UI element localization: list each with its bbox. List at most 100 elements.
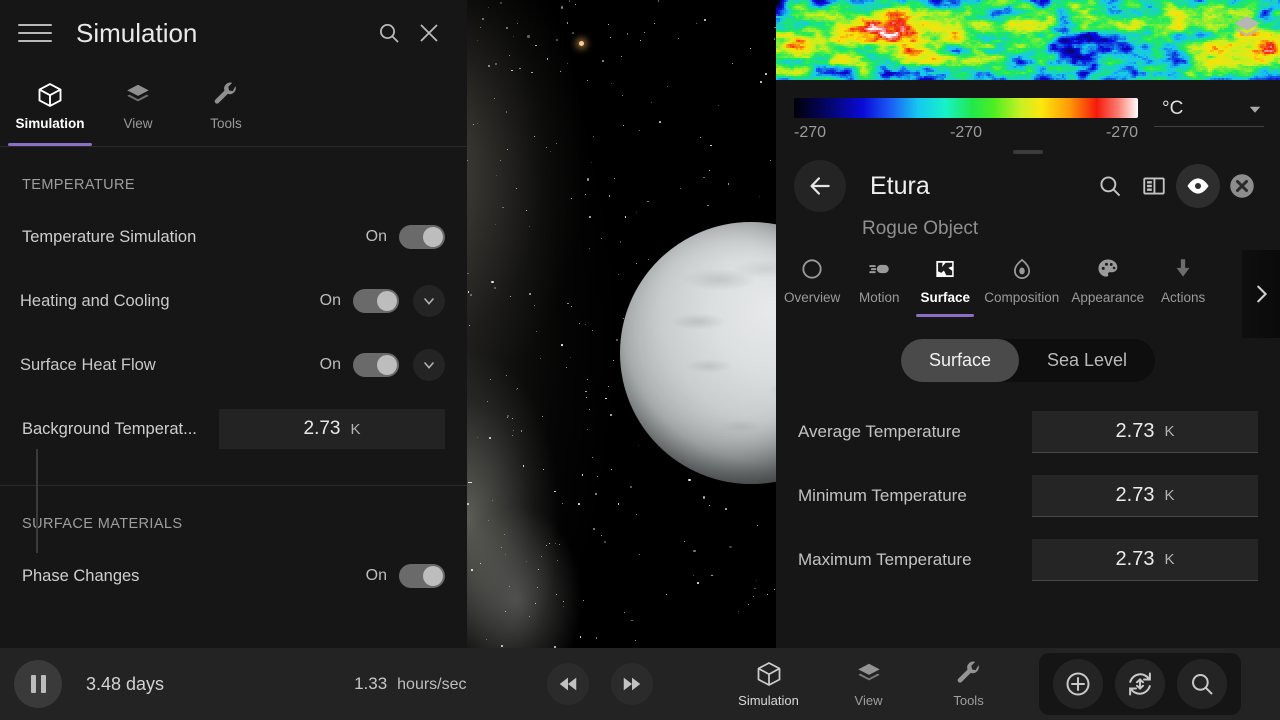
elapsed-time: 3.48 days	[86, 673, 165, 694]
panel-layout-icon[interactable]	[1132, 164, 1176, 208]
eye-icon[interactable]	[1176, 164, 1220, 208]
viewport-action-group	[1038, 653, 1241, 715]
add-target-icon[interactable]	[1052, 659, 1103, 709]
row-phase-changes[interactable]: Phase Changes On	[0, 544, 467, 608]
legend-tick-max: -270	[1105, 124, 1138, 141]
layers-icon[interactable]	[1228, 10, 1266, 48]
row-state: On	[365, 228, 387, 245]
object-tab-surface[interactable]: Surface	[912, 256, 978, 317]
measurement-label: Average Temperature	[798, 422, 961, 441]
object-tab-actions[interactable]: Actions	[1150, 256, 1216, 317]
object-tab-appearance[interactable]: Appearance	[1065, 256, 1150, 317]
segment-surface[interactable]: Surface	[900, 339, 1019, 382]
field-value: 2.73	[1115, 420, 1155, 442]
surface-sealevel-segmented: Surface Sea Level	[776, 339, 1280, 382]
row-maximum-temperature[interactable]: Maximum Temperature 2.73 K	[776, 528, 1280, 592]
bottom-tab-simulation[interactable]: Simulation	[719, 660, 819, 708]
left-panel-body[interactable]: TEMPERATURE Temperature Simulation On He…	[0, 147, 467, 648]
pause-button[interactable]	[14, 660, 62, 708]
average-temperature-input[interactable]: 2.73 K	[1032, 411, 1258, 453]
tab-simulation[interactable]: Simulation	[6, 66, 94, 146]
object-subtitle: Rogue Object	[862, 218, 979, 239]
object-tab-overview[interactable]: Overview	[778, 256, 846, 317]
row-label: Heating and Cooling	[20, 291, 170, 310]
object-tab-label: Composition	[984, 290, 1060, 305]
row-background-temperature[interactable]: Background Temperat... 2.73 K	[0, 397, 467, 461]
fast-forward-button[interactable]	[610, 663, 653, 705]
color-gradient-bar	[794, 98, 1138, 118]
legend-tick-mid: -270	[949, 124, 983, 141]
unit-value: °C	[1162, 98, 1184, 119]
search-icon[interactable]	[1176, 659, 1227, 709]
segmented-control: Surface Sea Level	[900, 339, 1156, 382]
left-panel-header: Simulation	[0, 0, 467, 66]
tab-view[interactable]: View	[94, 66, 182, 146]
search-icon[interactable]	[1088, 164, 1132, 208]
bottom-tab-label: Tools	[953, 693, 984, 708]
toggle-heating-and-cooling[interactable]	[353, 289, 399, 313]
rate-value: 1.33	[354, 674, 388, 693]
measurement-label: Minimum Temperature	[798, 486, 967, 505]
indent-guide	[36, 449, 38, 553]
section-heading-temperature: TEMPERATURE	[22, 177, 135, 193]
hamburger-icon[interactable]	[18, 16, 52, 50]
row-label: Phase Changes	[22, 566, 140, 585]
rewind-button[interactable]	[546, 663, 589, 705]
tab-tools[interactable]: Tools	[182, 66, 270, 146]
legend-scale: -270 -270 -270	[794, 98, 1138, 142]
chevron-down-icon[interactable]	[413, 285, 445, 317]
bottom-tab-label: View	[854, 693, 883, 708]
chevron-down-icon[interactable]	[413, 349, 445, 381]
field-unit: K	[350, 420, 361, 438]
tab-simulation-label: Simulation	[15, 116, 85, 131]
row-average-temperature[interactable]: Average Temperature 2.73 K	[776, 400, 1280, 464]
maximum-temperature-input[interactable]: 2.73 K	[1032, 539, 1258, 581]
object-tab-composition[interactable]: Composition	[978, 256, 1065, 317]
background-temperature-input[interactable]: 2.73 K	[219, 409, 445, 449]
object-tab-label: Appearance	[1071, 290, 1145, 305]
field-unit: K	[1164, 487, 1175, 504]
row-heating-and-cooling[interactable]: Heating and Cooling On	[0, 269, 467, 333]
rate-unit: hours/sec	[397, 676, 467, 693]
bottom-toolbar: 3.48 days 1.33 hours/sec Simulation View	[0, 648, 1280, 720]
chevron-right-icon[interactable]	[1242, 250, 1280, 338]
object-tabs: Overview Motion Surface Composition Appe…	[776, 250, 1280, 338]
row-label: Surface Heat Flow	[20, 355, 156, 374]
bottom-tab-view[interactable]: View	[819, 660, 919, 708]
close-circle-icon[interactable]	[1220, 164, 1264, 208]
chevron-down-icon	[1249, 106, 1261, 113]
orbit-rotate-icon[interactable]	[1114, 659, 1165, 709]
back-button[interactable]	[794, 160, 846, 212]
left-panel-tabs: Simulation View Tools	[0, 66, 467, 146]
toggle-temperature-simulation[interactable]	[399, 225, 445, 249]
bottom-tabs: Simulation View Tools	[719, 660, 1019, 708]
legend-tick-min: -270	[794, 124, 827, 141]
temperature-unit-select[interactable]: °C	[1154, 98, 1264, 127]
object-tab-active-underline	[916, 314, 975, 317]
legend-ticks: -270 -270 -270	[794, 124, 1138, 142]
object-tab-motion[interactable]: Motion	[846, 256, 912, 317]
field-unit: K	[1164, 423, 1175, 440]
row-temperature-simulation[interactable]: Temperature Simulation On	[0, 205, 467, 269]
object-header: Etura	[776, 154, 1280, 212]
close-icon[interactable]	[409, 13, 449, 53]
page-title: Simulation	[76, 17, 198, 48]
segment-sea-level[interactable]: Sea Level	[1019, 339, 1155, 382]
bottom-tab-tools[interactable]: Tools	[919, 660, 1019, 708]
app-root: Simulation Simulation View Tools TEMPERA…	[0, 0, 1280, 720]
toggle-phase-changes[interactable]	[399, 564, 445, 588]
row-label: Temperature Simulation	[22, 227, 197, 246]
minimum-temperature-input[interactable]: 2.73 K	[1032, 475, 1258, 517]
time-rate[interactable]: 1.33 hours/sec	[354, 674, 466, 694]
3d-viewport[interactable]	[467, 0, 776, 648]
temperature-legend: -270 -270 -270 °C	[776, 80, 1280, 142]
row-surface-heat-flow[interactable]: Surface Heat Flow On	[0, 333, 467, 397]
surface-temperature-map[interactable]	[776, 0, 1280, 80]
search-icon[interactable]	[369, 13, 409, 53]
tab-view-label: View	[123, 116, 153, 131]
row-minimum-temperature[interactable]: Minimum Temperature 2.73 K	[776, 464, 1280, 528]
bottom-tab-label: Simulation	[738, 693, 799, 708]
object-tab-label: Motion	[859, 290, 900, 305]
section-heading-surface-materials: SURFACE MATERIALS	[22, 516, 183, 532]
toggle-surface-heat-flow[interactable]	[353, 353, 399, 377]
